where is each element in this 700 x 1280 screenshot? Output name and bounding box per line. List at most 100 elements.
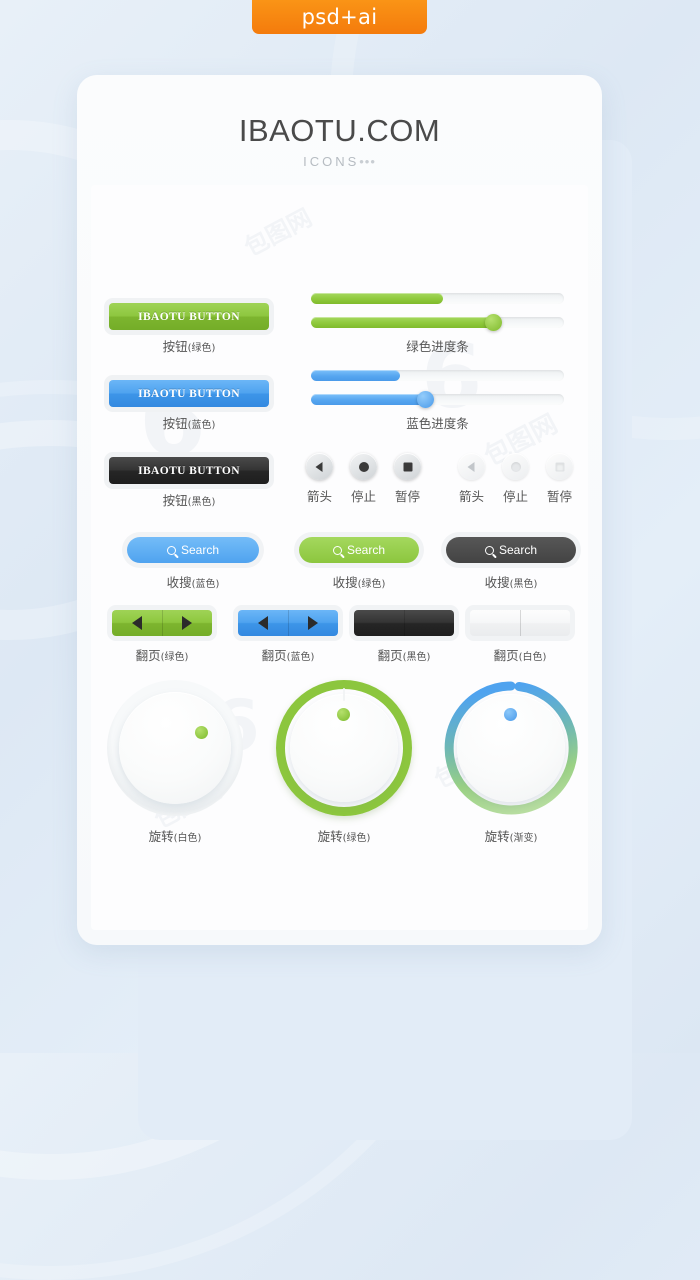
media-control-pause-dark[interactable]: 暂停 — [394, 453, 421, 505]
dial-tick — [343, 688, 345, 701]
caption-text: 旋转 — [484, 829, 510, 844]
ibaotu-button-blue[interactable]: IBAOTU BUTTON — [109, 380, 269, 407]
button-label: IBAOTU BUTTON — [138, 464, 240, 477]
caption-variant: (绿色) — [187, 343, 216, 354]
pause-button[interactable] — [394, 453, 421, 480]
caption-text: 翻页 — [135, 648, 161, 663]
page-subtitle-label: ICONS — [303, 154, 360, 169]
caption-button-blue: 按钮(蓝色) — [109, 413, 269, 432]
pager-black-group: 翻页(黑色) — [354, 610, 454, 664]
progress-bar-green-1[interactable] — [311, 293, 564, 304]
pager-prev-button[interactable] — [470, 610, 520, 636]
progress-fill — [311, 394, 425, 405]
preview-card: IBAOTU.COM ICONS••• 6 6 包图网 6 包图网 包图网 包图… — [77, 75, 602, 945]
progress-bar-green-2[interactable] — [311, 314, 564, 331]
search-button-black[interactable]: Search — [446, 537, 576, 563]
pager-next-button[interactable] — [519, 610, 571, 636]
page-subtitle: ICONS••• — [77, 154, 602, 169]
stop-button[interactable] — [350, 453, 377, 480]
caption-dial-green: 旋转(绿色) — [276, 826, 412, 845]
caption-text: 按钮 — [162, 339, 188, 354]
arrow-left-icon — [467, 461, 474, 472]
progress-bar-blue-1[interactable] — [311, 370, 564, 381]
watermark: 包图网 — [239, 203, 317, 262]
caption-dial-gradient: 旋转(渐变) — [443, 826, 579, 845]
rotary-dial-white[interactable] — [107, 680, 243, 816]
dial-indicator-dot — [195, 726, 208, 739]
search-icon — [166, 545, 176, 555]
media-control-arrow-dark[interactable]: 箭头 — [306, 453, 333, 505]
button-blue-group: IBAOTU BUTTON 按钮(蓝色) — [109, 380, 269, 432]
format-badge-label: psd+ai — [301, 5, 378, 29]
pager-prev-button[interactable] — [354, 610, 404, 636]
search-green-group: Search 收搜(绿色) — [299, 537, 419, 591]
caption-pause: 暂停 — [394, 489, 420, 504]
caption-search-blue: 收搜(蓝色) — [127, 572, 259, 591]
pager-next-button[interactable] — [161, 610, 213, 636]
pause-button[interactable] — [546, 453, 573, 480]
progress-bar-blue-2[interactable] — [311, 391, 564, 408]
caption-text: 按钮 — [162, 416, 188, 431]
ibaotu-button-black[interactable]: IBAOTU BUTTON — [109, 457, 269, 484]
caption-variant: (渐变) — [509, 833, 538, 844]
media-control-arrow-light[interactable]: 箭头 — [458, 453, 485, 505]
media-control-stop-dark[interactable]: 停止 — [350, 453, 377, 505]
media-control-stop-light[interactable]: 停止 — [502, 453, 529, 505]
search-label: Search — [346, 543, 386, 557]
icon-showcase-panel: 6 6 包图网 6 包图网 包图网 包图网 IBAOTU BUTTON 按钮(绿… — [91, 185, 588, 930]
arrow-button[interactable] — [458, 453, 485, 480]
caption-variant: (绿色) — [160, 652, 189, 663]
format-badge: psd+ai — [252, 0, 427, 34]
caption-pager-white: 翻页(白色) — [470, 645, 570, 664]
dial-indicator-dot — [504, 708, 517, 721]
caption-variant: (白色) — [518, 652, 547, 663]
pagination-green[interactable] — [112, 610, 212, 636]
stop-button[interactable] — [502, 453, 529, 480]
pagination-white[interactable] — [470, 610, 570, 636]
arrow-button[interactable] — [306, 453, 333, 480]
caption-text: 翻页 — [261, 648, 287, 663]
rotary-dial-green[interactable] — [276, 680, 412, 816]
rotary-dial-gradient[interactable] — [443, 680, 579, 816]
search-button-green[interactable]: Search — [299, 537, 419, 563]
caption-text: 绿色进度条 — [406, 339, 469, 354]
caption-variant: (白色) — [173, 833, 202, 844]
caption-variant: (蓝色) — [191, 579, 220, 590]
caption-variant: (黑色) — [402, 652, 431, 663]
media-controls-light: 箭头 停止 暂停 — [458, 453, 573, 505]
progress-knob[interactable] — [416, 391, 434, 408]
caption-variant: (绿色) — [357, 579, 386, 590]
caption-text: 按钮 — [162, 493, 188, 508]
caption-text: 收搜 — [166, 575, 192, 590]
caption-text: 翻页 — [377, 648, 403, 663]
caption-pager-blue: 翻页(蓝色) — [238, 645, 338, 664]
progress-green-group: 绿色进度条 — [311, 293, 564, 355]
caption-variant: (蓝色) — [187, 420, 216, 431]
prev-arrow-icon — [257, 616, 268, 630]
button-black-group: IBAOTU BUTTON 按钮(黑色) — [109, 457, 269, 509]
caption-pager-green: 翻页(绿色) — [112, 645, 212, 664]
caption-button-green: 按钮(绿色) — [109, 336, 269, 355]
caption-progress-blue: 蓝色进度条 — [311, 413, 564, 432]
search-button-blue[interactable]: Search — [127, 537, 259, 563]
next-arrow-icon — [308, 616, 319, 630]
progress-blue-group: 蓝色进度条 — [311, 370, 564, 432]
dial-indicator-dot — [337, 708, 350, 721]
pagination-blue[interactable] — [238, 610, 338, 636]
pager-green-group: 翻页(绿色) — [112, 610, 212, 664]
search-icon — [484, 545, 494, 555]
caption-variant: (黑色) — [509, 579, 538, 590]
media-control-pause-light[interactable]: 暂停 — [546, 453, 573, 505]
caption-arrow: 箭头 — [306, 489, 332, 504]
pager-next-button[interactable] — [287, 610, 339, 636]
button-green-group: IBAOTU BUTTON 按钮(绿色) — [109, 303, 269, 355]
progress-knob[interactable] — [485, 314, 503, 331]
pager-prev-button[interactable] — [238, 610, 288, 636]
ibaotu-button-green[interactable]: IBAOTU BUTTON — [109, 303, 269, 330]
record-circle-icon — [510, 461, 521, 472]
pager-prev-button[interactable] — [112, 610, 162, 636]
arrow-left-icon — [315, 461, 322, 472]
pager-next-button[interactable] — [403, 610, 455, 636]
pagination-black[interactable] — [354, 610, 454, 636]
caption-search-green: 收搜(绿色) — [299, 572, 419, 591]
